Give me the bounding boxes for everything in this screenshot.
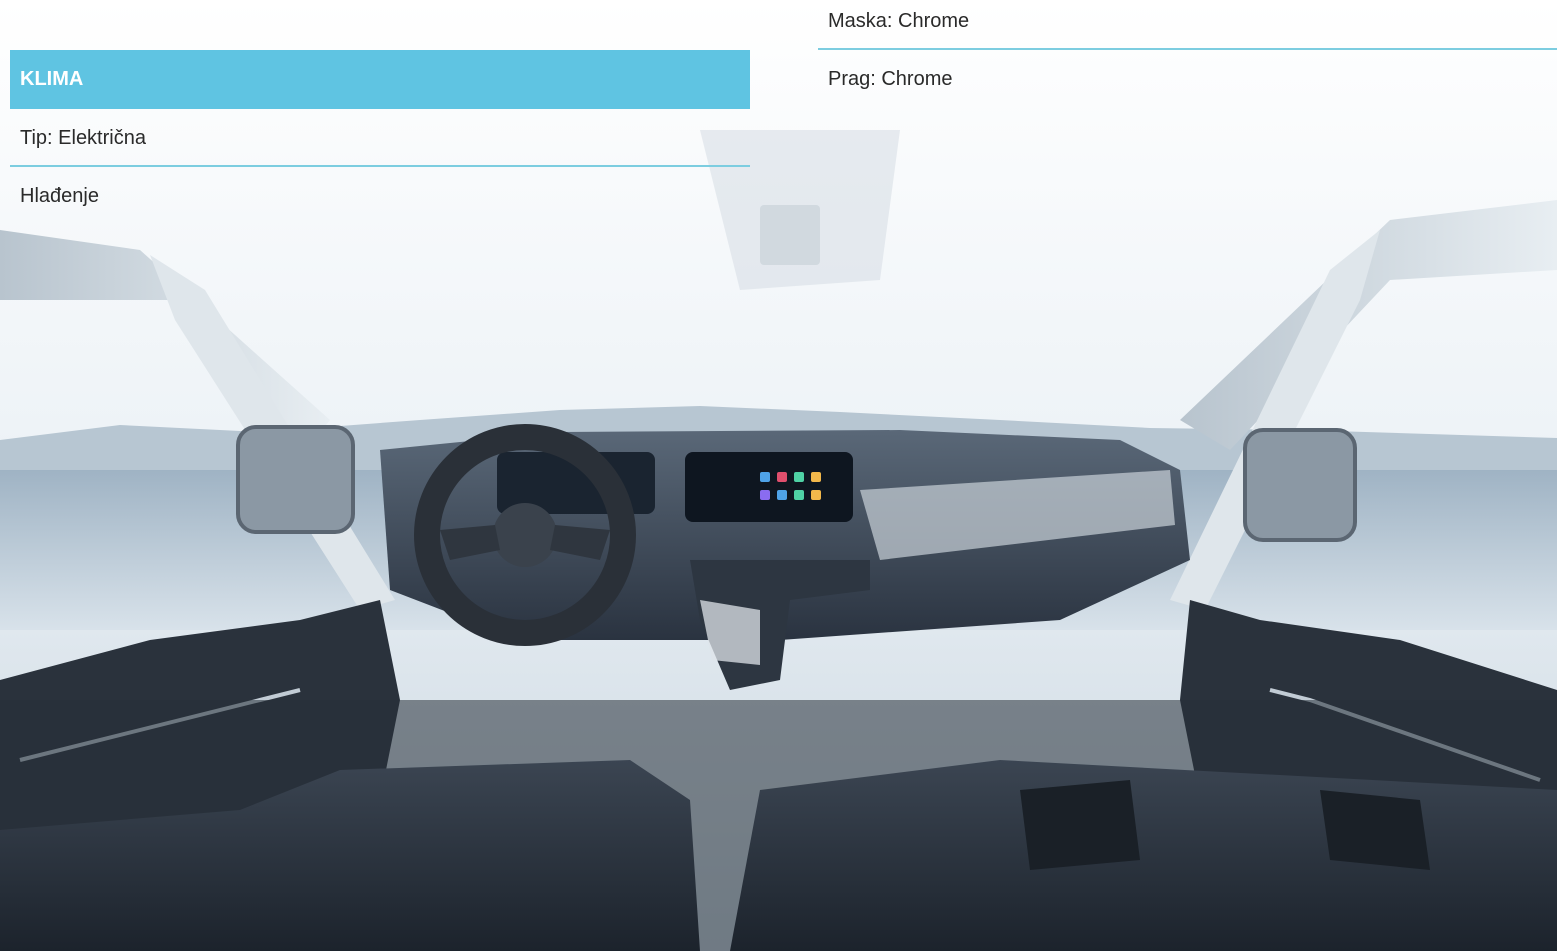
spec-row-maska: Maska: Chrome: [818, 0, 1557, 50]
spec-row-hladjenje: Hlađenje: [20, 185, 99, 207]
spec-panel-klima: KLIMA Tip: Električna Hlađenje: [10, 50, 750, 225]
spec-row-prag: Prag: Chrome: [828, 68, 953, 90]
spec-row-tip: Tip: Električna: [10, 109, 750, 167]
spec-panel-exterior: Maska: Chrome Prag: Chrome: [818, 0, 1557, 108]
section-header: KLIMA: [10, 50, 750, 109]
